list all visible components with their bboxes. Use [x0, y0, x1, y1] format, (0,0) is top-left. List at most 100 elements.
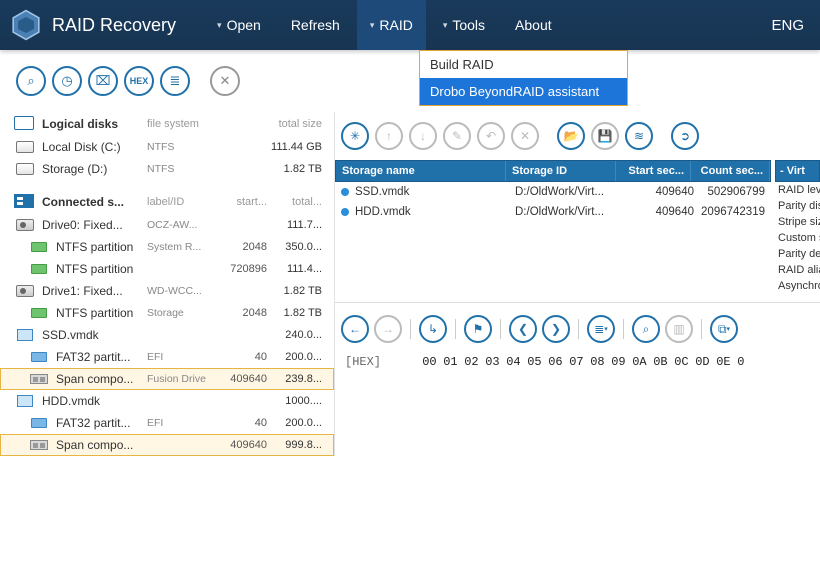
status-dot-icon — [341, 188, 349, 196]
span-icon — [30, 440, 48, 450]
dropdown-drobo-assistant[interactable]: Drobo BeyondRAID assistant — [420, 78, 627, 105]
col-storage-id[interactable]: Storage ID — [506, 161, 616, 181]
property-row[interactable]: RAID lev — [775, 182, 820, 198]
menu-about[interactable]: About — [502, 0, 565, 50]
logical-row[interactable]: Local Disk (C:) NTFS 111.44 GB — [0, 136, 334, 158]
col-total: total size — [267, 118, 326, 130]
btn-open-folder[interactable]: 📂 — [557, 122, 585, 150]
connected-row[interactable]: HDD.vmdk1000.... — [0, 390, 334, 412]
connected-row[interactable]: Span compo...Fusion Drive409640239.8... — [0, 368, 334, 390]
col-label: label/ID — [147, 196, 222, 208]
disk-icon — [16, 141, 34, 153]
properties-panel: - Virt RAID levParity disStripe sizCusto… — [775, 160, 820, 294]
hex-bytes: 000102030405060708090A0B0C0D0E0 — [422, 355, 758, 369]
btn-edit[interactable]: ✎ — [443, 122, 471, 150]
top-toolbar: ⌕ ◷ ⌧ HEX ≣ ✕ — [0, 50, 820, 112]
connected-row[interactable]: SSD.vmdk240.0... — [0, 324, 334, 346]
partition-icon — [31, 242, 47, 252]
partition-icon — [31, 418, 47, 428]
btn-layers[interactable]: ≋ — [625, 122, 653, 150]
menu-bar: RAID Recovery ▾Open Refresh ▾RAID ▾Tools… — [0, 0, 820, 50]
col-total2: total... — [267, 196, 326, 208]
menu-open[interactable]: ▾Open — [204, 0, 274, 50]
app-logo-icon — [10, 9, 42, 41]
property-row[interactable]: Custom s — [775, 230, 820, 246]
btn-copy[interactable]: ⧉▾ — [710, 315, 738, 343]
nav-fwd[interactable]: → — [374, 315, 402, 343]
btn-save[interactable]: 💾 — [591, 122, 619, 150]
drive-icon — [16, 285, 34, 297]
hex-label: [HEX] — [345, 355, 415, 369]
right-pane: ✳ ↑ ↓ ✎ ↶ ✕ 📂 💾 ≋ ➲ Storage name Storage… — [335, 112, 820, 456]
storage-table-header: Storage name Storage ID Start sec... Cou… — [335, 160, 771, 182]
tool-search[interactable]: ⌕ — [16, 66, 46, 96]
connected-row[interactable]: Drive1: Fixed...WD-WCC...1.82 TB — [0, 280, 334, 302]
property-row[interactable]: Asynchro — [775, 278, 820, 294]
connected-row[interactable]: FAT32 partit...EFI40200.0... — [0, 346, 334, 368]
btn-sel-start[interactable]: ❮ — [509, 315, 537, 343]
col-storage-name[interactable]: Storage name — [336, 161, 506, 181]
menu-refresh[interactable]: Refresh — [278, 0, 353, 50]
connected-row[interactable]: FAT32 partit...EFI40200.0... — [0, 412, 334, 434]
btn-undo[interactable]: ↶ — [477, 122, 505, 150]
col-count-sec[interactable]: Count sec... — [691, 161, 770, 181]
tool-close[interactable]: ✕ — [210, 66, 240, 96]
btn-auto[interactable]: ✳ — [341, 122, 369, 150]
property-row[interactable]: RAID alia — [775, 262, 820, 278]
connected-row[interactable]: Span compo...409640999.8... — [0, 434, 334, 456]
property-row[interactable]: Parity dis — [775, 198, 820, 214]
lower-toolbar: ← → ↳ ⚑ ❮ ❯ ≣▾ ⌕ ▥ ⧉▾ — [335, 302, 820, 349]
connected-row[interactable]: NTFS partition720896111.4... — [0, 258, 334, 280]
btn-find[interactable]: ⌕ — [632, 315, 660, 343]
properties-header[interactable]: - Virt — [775, 160, 820, 182]
menu-raid[interactable]: ▾RAID — [357, 0, 426, 50]
section-connected-storages: Connected s... label/ID start... total..… — [0, 190, 334, 214]
connected-row[interactable]: NTFS partitionStorage20481.82 TB — [0, 302, 334, 324]
btn-find-next[interactable]: ▥ — [665, 315, 693, 343]
span-icon — [30, 374, 48, 384]
logical-disks-icon — [14, 116, 34, 130]
col-start: start... — [222, 196, 267, 208]
logical-row[interactable]: Storage (D:) NTFS 1.82 TB — [0, 158, 334, 180]
sidebar: Logical disks file system total size Loc… — [0, 112, 335, 456]
connected-row[interactable]: Drive0: Fixed...OCZ-AW...111.7... — [0, 214, 334, 236]
btn-sel-end[interactable]: ❯ — [542, 315, 570, 343]
storage-toolbar: ✳ ↑ ↓ ✎ ↶ ✕ 📂 💾 ≋ ➲ — [335, 112, 820, 160]
col-fs: file system — [147, 118, 222, 130]
btn-build[interactable]: ➲ — [671, 122, 699, 150]
hex-line: [HEX] 000102030405060708090A0B0C0D0E0 — [335, 349, 820, 375]
property-row[interactable]: Stripe siz — [775, 214, 820, 230]
vmdk-icon — [17, 329, 33, 341]
storage-row[interactable]: HDD.vmdk D:/OldWork/Virt... 409640 20967… — [335, 202, 771, 222]
tool-hex[interactable]: HEX — [124, 66, 154, 96]
app-brand: RAID Recovery — [10, 9, 176, 41]
storage-table: Storage name Storage ID Start sec... Cou… — [335, 160, 820, 294]
nav-back[interactable]: ← — [341, 315, 369, 343]
menu-tools[interactable]: ▾Tools — [430, 0, 498, 50]
btn-up[interactable]: ↑ — [375, 122, 403, 150]
connected-row[interactable]: NTFS partitionSystem R...2048350.0... — [0, 236, 334, 258]
partition-icon — [31, 264, 47, 274]
btn-down[interactable]: ↓ — [409, 122, 437, 150]
dropdown-build-raid[interactable]: Build RAID — [420, 51, 627, 78]
btn-bookmark[interactable]: ⚑ — [464, 315, 492, 343]
main-area: Logical disks file system total size Loc… — [0, 112, 820, 456]
app-title: RAID Recovery — [52, 15, 176, 36]
property-row[interactable]: Parity de — [775, 246, 820, 262]
tool-scan[interactable]: ◷ — [52, 66, 82, 96]
partition-icon — [31, 308, 47, 318]
btn-view-list[interactable]: ≣▾ — [587, 315, 615, 343]
logical-disks-title: Logical disks — [42, 117, 147, 131]
section-logical-disks: Logical disks file system total size — [0, 112, 334, 136]
btn-remove[interactable]: ✕ — [511, 122, 539, 150]
status-dot-icon — [341, 208, 349, 216]
vmdk-icon — [17, 395, 33, 407]
language-selector[interactable]: ENG — [771, 17, 810, 34]
col-start-sec[interactable]: Start sec... — [616, 161, 691, 181]
tool-list[interactable]: ≣ — [160, 66, 190, 96]
raid-dropdown: Build RAID Drobo BeyondRAID assistant — [419, 50, 628, 106]
connected-storages-icon — [14, 194, 34, 208]
tool-mount[interactable]: ⌧ — [88, 66, 118, 96]
btn-goto[interactable]: ↳ — [419, 315, 447, 343]
storage-row[interactable]: SSD.vmdk D:/OldWork/Virt... 409640 50290… — [335, 182, 771, 202]
